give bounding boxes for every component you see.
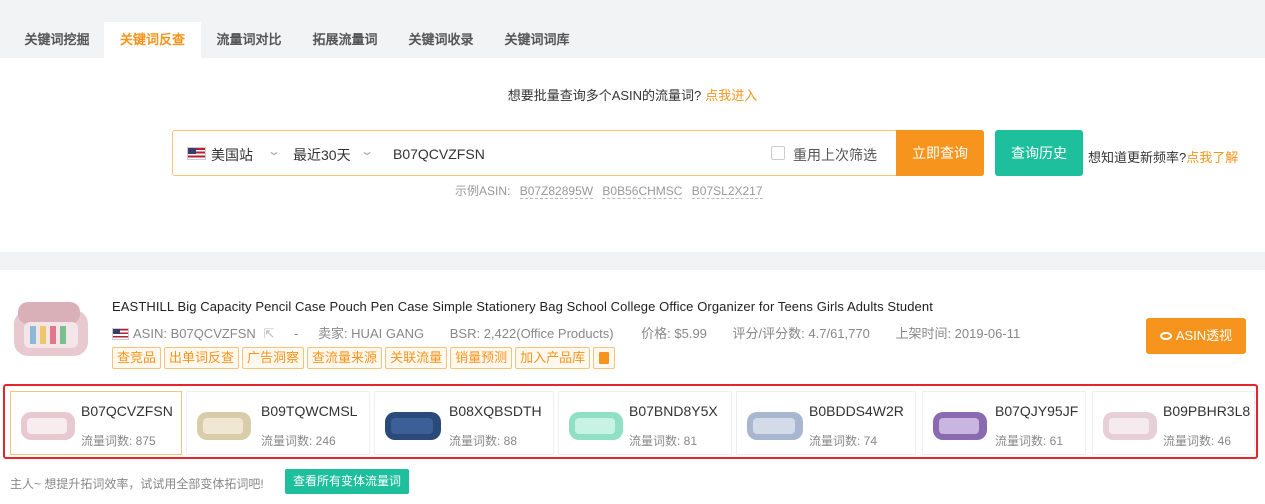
product-bsr: BSR: 2,422(Office Products) bbox=[449, 326, 614, 341]
product-action-tags: 查竞品 出单词反查 广告洞察 查流量来源 关联流量 销量预测 加入产品库 bbox=[112, 347, 616, 369]
product-meta: ASIN: B07QCVZFSN ⇱ - 卖家: HUAI GANG BSR: … bbox=[112, 323, 1020, 341]
variant-thumbnail bbox=[569, 412, 623, 440]
top-tabs: 关键词挖掘 关键词反查 流量词对比 拓展流量词 关键词收录 关键词词库 bbox=[0, 0, 1265, 58]
us-flag-icon bbox=[112, 328, 129, 340]
variant-count: 流量词数: 88 bbox=[449, 434, 518, 448]
example-asin[interactable]: B07Z82895W bbox=[519, 184, 594, 199]
tab-keyword-index[interactable]: 关键词收录 bbox=[393, 22, 489, 58]
example-asin[interactable]: B07SL2X217 bbox=[691, 184, 763, 199]
variant-asin: B07QCVZFSN bbox=[81, 403, 173, 419]
query-button[interactable]: 立即查询 bbox=[896, 130, 984, 176]
tag-order-keywords[interactable]: 出单词反查 bbox=[164, 347, 240, 369]
tag-related-traffic[interactable]: 关联流量 bbox=[385, 347, 448, 369]
product-panel: EASTHILL Big Capacity Pencil Case Pouch … bbox=[0, 270, 1265, 504]
variant-asin: B09PBHR3L8 bbox=[1163, 403, 1251, 419]
batch-query-link[interactable]: 点我进入 bbox=[705, 88, 757, 103]
tab-keyword-library[interactable]: 关键词词库 bbox=[489, 22, 585, 58]
tag-add-to-library[interactable]: 加入产品库 bbox=[515, 347, 591, 369]
chevron-down-icon[interactable]: ⌄ bbox=[267, 144, 281, 158]
variant-thumbnail bbox=[747, 412, 803, 440]
batch-query-text: 想要批量查询多个ASIN的流量词? bbox=[507, 88, 702, 103]
update-frequency-text: 想知道更新频率? bbox=[1088, 150, 1187, 165]
asin-view-button[interactable]: ASIN透视 bbox=[1146, 318, 1246, 354]
calculator-icon[interactable] bbox=[593, 347, 616, 369]
variant-count: 流量词数: 74 bbox=[809, 434, 878, 448]
product-price: 价格: $5.99 bbox=[641, 326, 707, 341]
tab-expand-traffic[interactable]: 拓展流量词 bbox=[297, 22, 393, 58]
variant-thumbnail bbox=[385, 412, 441, 440]
update-frequency-line: 想知道更新频率?点我了解 bbox=[1088, 147, 1238, 166]
variant-hint-text: 主人~ 想提升拓词效率，试试用全部变体拓词吧! bbox=[10, 477, 264, 491]
external-link-icon[interactable]: ⇱ bbox=[263, 326, 274, 341]
variant-asin: B08XQBSDTH bbox=[449, 403, 542, 419]
variant-card[interactable]: B09PBHR3L8 流量词数: 46 bbox=[1092, 391, 1255, 455]
tab-keyword-mining[interactable]: 关键词挖掘 bbox=[10, 22, 104, 58]
all-variants-button[interactable]: 查看所有变体流量词 bbox=[285, 469, 410, 494]
meta-separator: - bbox=[293, 326, 299, 341]
variant-card[interactable]: B0BDDS4W2R 流量词数: 74 bbox=[736, 391, 916, 455]
example-asins: 示例ASIN: B07Z82895W B0B56CHMSC B07SL2X217 bbox=[455, 182, 763, 199]
search-box: 美国站 ⌄ 最近30天 ⌄ 重用上次筛选 bbox=[172, 130, 984, 176]
variant-asin: B0BDDS4W2R bbox=[809, 403, 904, 419]
product-listed-date: 上架时间: 2019-06-11 bbox=[895, 326, 1021, 341]
product-rating: 评分/评分数: 4.7/61,770 bbox=[732, 326, 870, 341]
variant-card[interactable]: B08XQBSDTH 流量词数: 88 bbox=[374, 391, 554, 455]
variant-card[interactable]: B07QJY95JF 流量词数: 61 bbox=[922, 391, 1086, 455]
variant-card[interactable]: B09TQWCMSL 流量词数: 246 bbox=[186, 391, 370, 455]
chevron-down-icon[interactable]: ⌄ bbox=[360, 144, 374, 158]
reuse-filter-label: 重用上次筛选 bbox=[793, 147, 877, 163]
tag-sales-forecast[interactable]: 销量预测 bbox=[450, 347, 513, 369]
variant-count: 流量词数: 61 bbox=[995, 434, 1064, 448]
product-seller: 卖家: HUAI GANG bbox=[317, 326, 425, 341]
example-asin[interactable]: B0B56CHMSC bbox=[602, 184, 683, 199]
product-asin: ASIN: B07QCVZFSN bbox=[133, 326, 256, 341]
variant-count: 流量词数: 81 bbox=[629, 434, 698, 448]
history-button[interactable]: 查询历史 bbox=[995, 130, 1083, 176]
us-flag-icon bbox=[187, 147, 206, 160]
asin-input[interactable] bbox=[393, 141, 753, 167]
variant-asin: B07QJY95JF bbox=[995, 403, 1079, 419]
variant-thumbnail bbox=[21, 412, 75, 440]
variant-asin: B07BND8Y5X bbox=[629, 403, 718, 419]
tab-keyword-reverse[interactable]: 关键词反查 bbox=[104, 22, 201, 58]
product-title[interactable]: EASTHILL Big Capacity Pencil Case Pouch … bbox=[112, 299, 933, 314]
period-select[interactable]: 最近30天 bbox=[293, 145, 351, 165]
reuse-filter-checkbox[interactable] bbox=[771, 146, 785, 160]
tag-ad-insight[interactable]: 广告洞察 bbox=[242, 347, 305, 369]
tag-traffic-source[interactable]: 查流量来源 bbox=[307, 347, 383, 369]
batch-query-line: 想要批量查询多个ASIN的流量词? 点我进入 bbox=[0, 85, 1265, 104]
product-thumbnail bbox=[14, 302, 88, 356]
variant-card[interactable]: B07BND8Y5X 流量词数: 81 bbox=[558, 391, 732, 455]
update-frequency-link[interactable]: 点我了解 bbox=[1186, 150, 1238, 165]
variant-asin: B09TQWCMSL bbox=[261, 403, 358, 419]
variant-thumbnail bbox=[1103, 412, 1157, 440]
market-select[interactable]: 美国站 bbox=[211, 145, 253, 165]
variant-thumbnail bbox=[933, 412, 987, 440]
variant-count: 流量词数: 246 bbox=[261, 434, 336, 448]
example-label: 示例ASIN: bbox=[455, 184, 511, 198]
eye-icon bbox=[1159, 332, 1172, 340]
tab-traffic-compare[interactable]: 流量词对比 bbox=[201, 22, 297, 58]
search-panel: 想要批量查询多个ASIN的流量词?点我进入 美国站 ⌄ 最近30天 ⌄ 重用上次… bbox=[0, 58, 1265, 252]
variant-card[interactable]: B07QCVZFSN 流量词数: 875 bbox=[10, 391, 182, 455]
variant-thumbnail bbox=[197, 412, 251, 440]
variant-count: 流量词数: 46 bbox=[1163, 434, 1232, 448]
variant-count: 流量词数: 875 bbox=[81, 434, 156, 448]
asin-view-label: ASIN透视 bbox=[1175, 328, 1233, 343]
tag-competitors[interactable]: 查竞品 bbox=[112, 347, 162, 369]
